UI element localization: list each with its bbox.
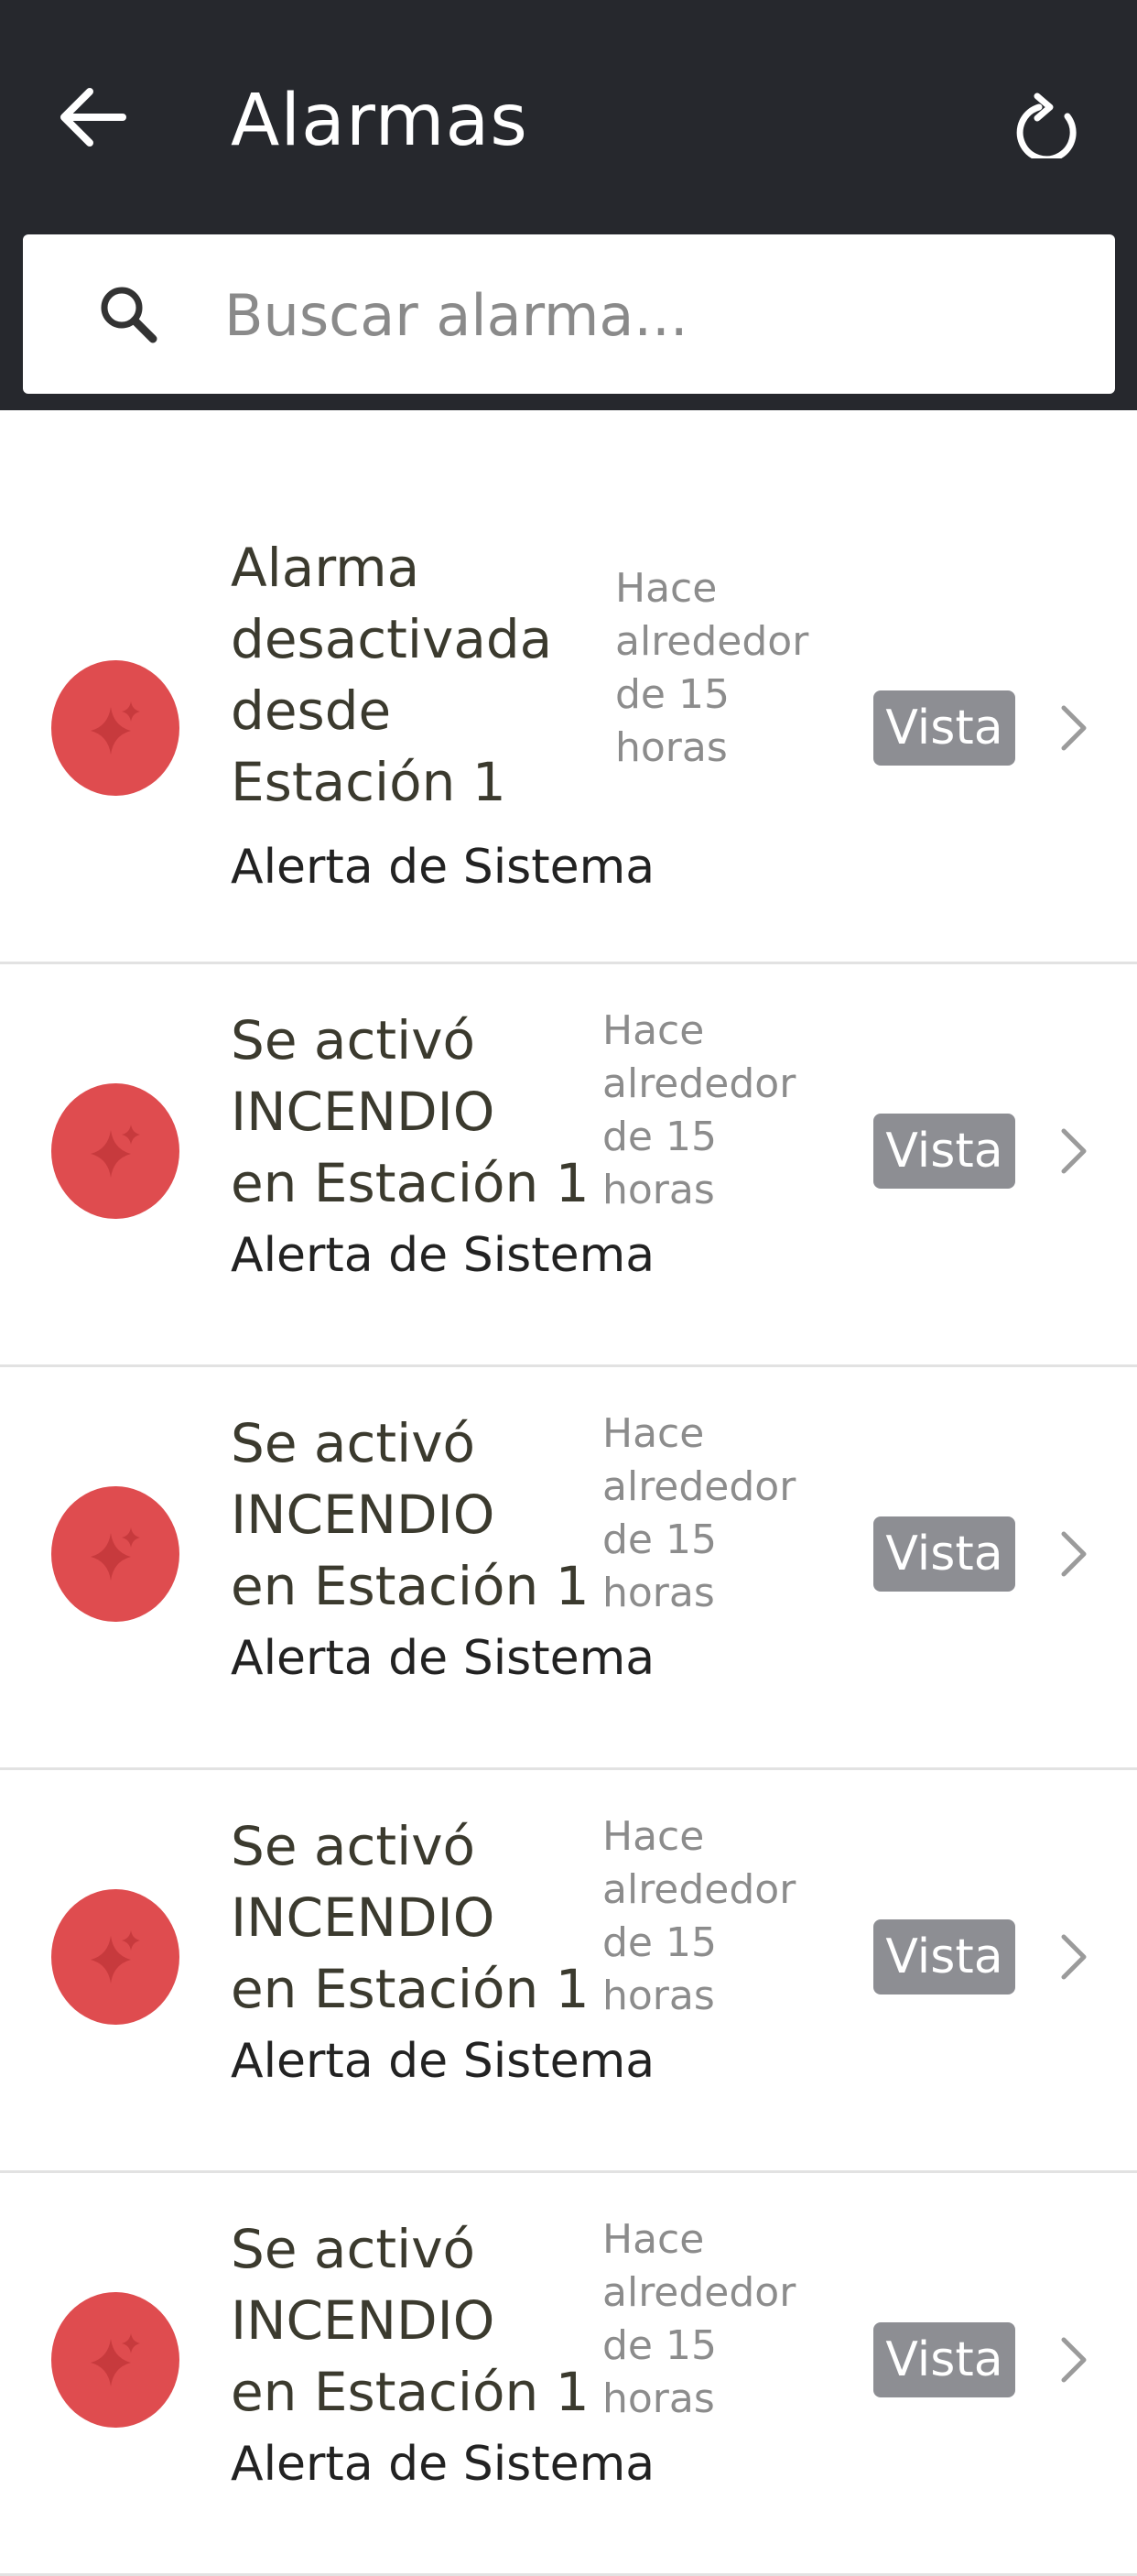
- alarm-row[interactable]: Alarma desactivada desde Estación 1 Hace…: [0, 443, 1137, 964]
- alarm-title: Se activó INCENDIO en Estación 1: [231, 1815, 590, 2020]
- alarm-time: Hace alrededor de 15 horas: [602, 1007, 796, 1213]
- alarm-row[interactable]: Se activó INCENDIO en Estación 1 Hace al…: [0, 2173, 1137, 2576]
- search-bar[interactable]: [23, 234, 1115, 394]
- alarm-row[interactable]: Se activó INCENDIO en Estación 1 Hace al…: [0, 1367, 1137, 1770]
- alarm-time: Hace alrededor de 15 horas: [615, 565, 809, 771]
- status-badge: Vista: [873, 690, 1015, 766]
- alarm-avatar: [51, 2292, 179, 2428]
- status-badge: Vista: [873, 1919, 1015, 1994]
- refresh-button[interactable]: [1000, 75, 1095, 170]
- alarm-title: Se activó INCENDIO en Estación 1: [231, 1009, 590, 1214]
- chevron-right-icon: [1061, 1128, 1087, 1174]
- search-icon: [101, 287, 157, 343]
- status-badge: Vista: [873, 2322, 1015, 2397]
- alarm-title: Alarma desactivada desde Estación 1: [231, 537, 553, 813]
- alarm-subtitle: Alerta de Sistema: [231, 840, 655, 895]
- alarm-time: Hace alrededor de 15 horas: [602, 1410, 796, 1616]
- arrow-left-icon: [60, 88, 126, 147]
- alarm-subtitle: Alerta de Sistema: [231, 1631, 655, 1686]
- chevron-right-icon: [1061, 1934, 1087, 1980]
- alarm-subtitle: Alerta de Sistema: [231, 1228, 655, 1283]
- alarm-avatar: [51, 1486, 179, 1622]
- alarm-avatar: [51, 660, 179, 796]
- alarm-row[interactable]: Se activó INCENDIO en Estación 1 Hace al…: [0, 1770, 1137, 2173]
- sparkle-icon: [91, 2333, 140, 2386]
- page-title: Alarmas: [231, 80, 528, 162]
- alarm-time: Hace alrededor de 15 horas: [602, 2216, 796, 2422]
- alarm-time: Hace alrededor de 15 horas: [602, 1813, 796, 2019]
- chevron-right-icon: [1061, 2337, 1087, 2383]
- sparkle-icon: [91, 1125, 140, 1178]
- status-badge: Vista: [873, 1114, 1015, 1189]
- alarm-row[interactable]: Se activó INCENDIO en Estación 1 Hace al…: [0, 964, 1137, 1367]
- alarm-subtitle: Alerta de Sistema: [231, 2034, 655, 2089]
- chevron-right-icon: [1061, 1531, 1087, 1577]
- chevron-right-icon: [1061, 705, 1087, 751]
- alarm-avatar: [51, 1083, 179, 1219]
- refresh-icon: [1016, 92, 1077, 158]
- status-badge: Vista: [873, 1516, 1015, 1592]
- sparkle-icon: [91, 1527, 140, 1581]
- alarm-title: Se activó INCENDIO en Estación 1: [231, 1412, 590, 1617]
- search-input[interactable]: [222, 267, 1077, 363]
- back-button[interactable]: [46, 71, 137, 163]
- alarm-subtitle: Alerta de Sistema: [231, 2437, 655, 2492]
- alarm-title: Se activó INCENDIO en Estación 1: [231, 2218, 590, 2423]
- app-header: Alarmas: [0, 0, 1137, 410]
- sparkle-icon: [91, 1930, 140, 1984]
- alarm-avatar: [51, 1889, 179, 2025]
- alarm-list: Alarma desactivada desde Estación 1 Hace…: [0, 443, 1137, 2576]
- sparkle-icon: [91, 701, 140, 755]
